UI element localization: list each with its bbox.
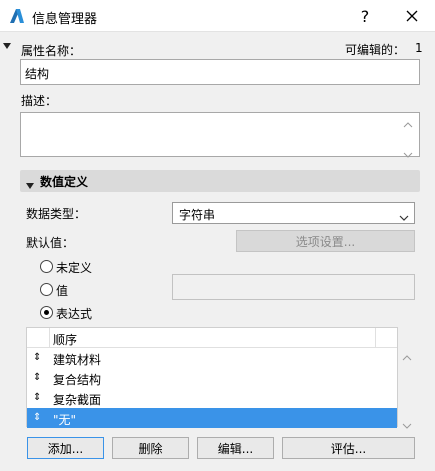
help-icon[interactable]: ? <box>345 0 385 32</box>
section-expanded-icon <box>26 178 34 192</box>
description-input[interactable] <box>20 112 420 158</box>
data-type-label: 数据类型： <box>26 207 87 221</box>
chevron-down-icon <box>399 210 409 224</box>
radio-expression[interactable]: 表达式 <box>40 305 160 321</box>
property-name-value: 结构 <box>25 67 50 81</box>
scroll-up-icon[interactable] <box>403 117 413 131</box>
value-input[interactable] <box>172 274 415 300</box>
data-type-value: 字符串 <box>179 208 216 222</box>
data-type-select[interactable]: 字符串 <box>172 202 415 224</box>
reorder-arrows-icon[interactable]: ⇕ <box>33 351 41 365</box>
list-item-selected[interactable]: ⇕ "无" <box>27 408 397 428</box>
value-definition-section-header[interactable]: 数值定义 <box>20 170 420 192</box>
list-scroll-up-icon[interactable] <box>402 350 412 364</box>
scroll-down-icon[interactable] <box>403 147 413 161</box>
property-name-label: 属性名称： <box>21 44 82 58</box>
collapse-triangle-icon[interactable] <box>3 38 11 52</box>
list-item[interactable]: ⇕ 建筑材料 <box>27 348 397 368</box>
close-icon[interactable] <box>392 0 432 32</box>
reorder-arrows-icon[interactable]: ⇕ <box>33 391 41 405</box>
radio-value-label: 值 <box>56 284 69 298</box>
add-button[interactable]: 添加... <box>27 437 104 459</box>
radio-undefined[interactable]: 未定义 <box>40 259 160 275</box>
description-label: 描述： <box>21 94 58 108</box>
order-list[interactable]: 顺序 ⇕ 建筑材料 ⇕ 复合结构 ⇕ 复杂截面 ⇕ "无" <box>26 327 398 428</box>
edit-button[interactable]: 编辑... <box>197 437 274 459</box>
evaluate-button[interactable]: 评估... <box>282 437 415 459</box>
default-value-label: 默认值： <box>26 236 75 250</box>
options-settings-button[interactable]: 选项设置... <box>236 230 415 252</box>
reorder-arrows-icon[interactable]: ⇕ <box>33 411 41 425</box>
list-item[interactable]: ⇕ 复合结构 <box>27 368 397 388</box>
editable-count: 1 <box>415 41 423 55</box>
list-scroll-down-icon[interactable] <box>402 418 412 432</box>
list-header: 顺序 <box>27 328 397 348</box>
radio-expression-circle <box>40 306 53 319</box>
radio-value[interactable]: 值 <box>40 282 160 298</box>
list-item[interactable]: ⇕ 复杂截面 <box>27 388 397 408</box>
title-bar: 信息管理器 ? <box>0 0 435 32</box>
radio-value-circle <box>40 283 53 296</box>
radio-expression-label: 表达式 <box>56 307 93 321</box>
delete-button[interactable]: 删除 <box>112 437 189 459</box>
list-header-label: 顺序 <box>53 333 78 347</box>
dialog-body: 属性名称： 可编辑的： 1 结构 描述： 数值定义 数据类型： 字符串 默认值：… <box>0 32 435 471</box>
radio-undefined-circle <box>40 260 53 273</box>
radio-undefined-label: 未定义 <box>56 261 93 275</box>
reorder-arrows-icon[interactable]: ⇕ <box>33 371 41 385</box>
section-title: 数值定义 <box>40 175 89 189</box>
window-title: 信息管理器 <box>32 12 98 27</box>
editable-label: 可编辑的： <box>345 43 406 57</box>
property-name-input[interactable]: 结构 <box>20 59 420 85</box>
app-logo-icon <box>8 7 26 25</box>
